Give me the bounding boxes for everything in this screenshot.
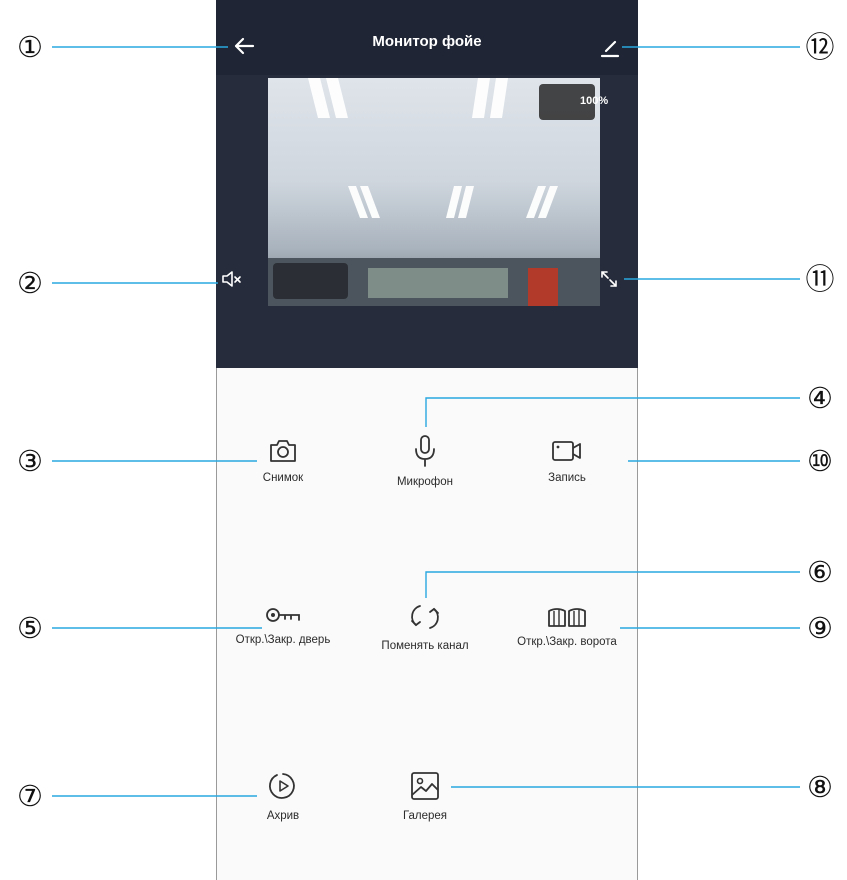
callout-11: ⑪ (805, 262, 835, 296)
callout-lines (52, 46, 800, 797)
callout-2: ② (17, 266, 43, 300)
callout-10: ⑩ (807, 444, 833, 478)
callout-1: ① (17, 30, 43, 64)
callout-8: ⑧ (807, 770, 833, 804)
callout-4: ④ (807, 381, 833, 415)
callout-3: ③ (17, 444, 43, 478)
callout-5: ⑤ (17, 611, 43, 645)
callout-7: ⑦ (17, 779, 43, 813)
callout-9: ⑨ (807, 611, 833, 645)
callout-6: ⑥ (807, 555, 833, 589)
callout-12: ⑫ (805, 30, 835, 64)
